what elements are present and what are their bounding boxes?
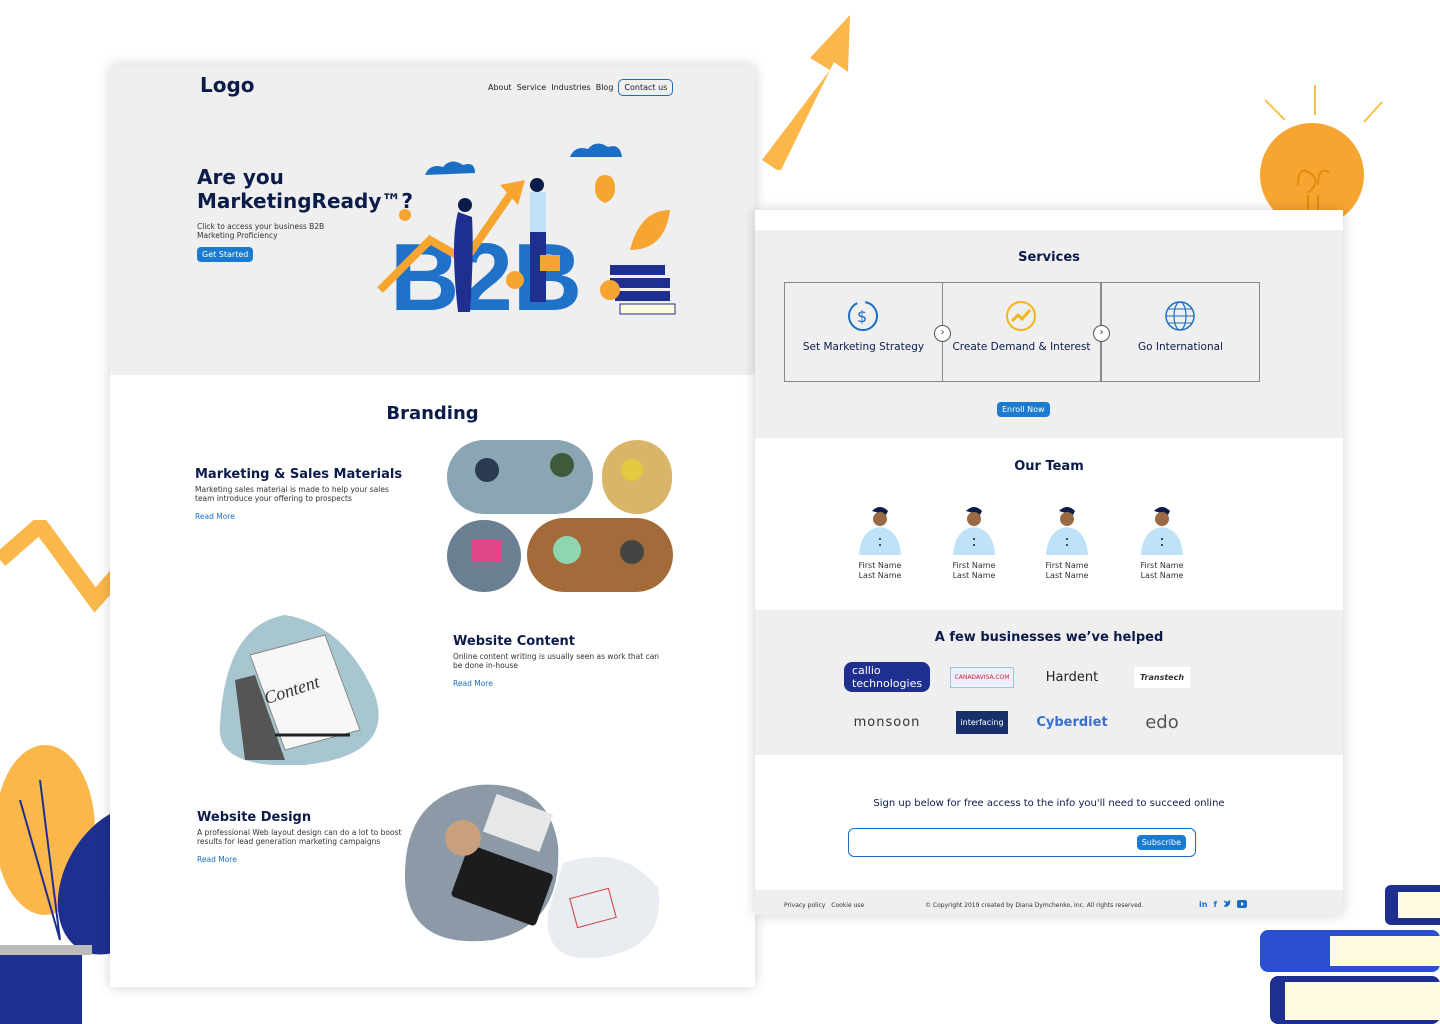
feature-text: A professional Web layout design can do … [197,828,402,846]
feature-title: Website Content [453,634,575,649]
landing-page-left: Logo About Service Industries Blog Conta… [110,65,755,987]
chevron-right-icon: › [934,325,951,342]
feature-marketing-materials: Marketing & Sales Materials Marketing sa… [195,467,410,521]
signup-text: Sign up below for free access to the inf… [873,798,1225,809]
privacy-policy-link[interactable]: Privacy policy [784,902,825,909]
feature-title: Marketing & Sales Materials [195,467,403,482]
facebook-icon[interactable]: f [1213,900,1216,910]
social-links: in f [1199,900,1247,910]
member-first-name: First Name [858,561,902,570]
read-more-link[interactable]: Read More [197,855,412,864]
web-designer-photo [403,783,663,958]
twitter-icon[interactable] [1223,900,1231,910]
nav-industries[interactable]: Industries [551,83,590,92]
hero-section: Logo About Service Industries Blog Conta… [110,65,755,375]
contact-us-button[interactable]: Contact us [618,79,674,96]
service-demand-interest[interactable]: Create Demand & Interest [942,282,1101,382]
feature-website-content: Website Content Online content writing i… [453,634,668,688]
team-member: First Name Last Name [1122,505,1202,581]
read-more-link[interactable]: Read More [195,512,410,521]
b2b-text: B2B [390,224,582,325]
team-member: First Name Last Name [840,505,920,581]
nav-service[interactable]: Service [517,83,547,92]
nav-blog[interactable]: Blog [596,83,614,92]
service-go-international[interactable]: Go International [1101,282,1260,382]
content-notebook-photo: Content [215,610,380,765]
service-label: Create Demand & Interest [952,341,1091,353]
member-last-name: Last Name [952,571,996,580]
growth-chart-icon [1006,301,1036,331]
member-first-name: First Name [1045,561,1089,570]
member-first-name: First Name [952,561,996,570]
avatar [1046,507,1088,555]
growth-arrow-decoration [762,15,850,170]
nav-about[interactable]: About [488,83,512,92]
subscribe-button[interactable]: Subscribe [1136,835,1186,850]
enroll-now-button[interactable]: Enroll Now [997,402,1050,417]
feature-website-design: Website Design A professional Web layout… [197,810,412,864]
main-nav: About Service Industries Blog Contact us [488,79,674,96]
b2b-illustration: B2B [377,143,676,325]
service-label: Set Marketing Strategy [802,341,925,353]
client-logo-interfacing: interfacing [942,707,1022,737]
email-signup-input[interactable]: Subscribe [848,828,1196,857]
member-last-name: Last Name [1140,571,1184,580]
footer: Privacy policy Cookie use © Copyright 20… [755,890,1343,915]
avatar [859,507,901,555]
branding-title: Branding [386,403,479,424]
client-logo-edo: edo [1145,711,1179,733]
dollar-cycle-icon: $ [848,301,878,331]
team-title: Our Team [1014,459,1084,474]
avatar [953,507,995,555]
member-first-name: First Name [1140,561,1184,570]
client-logo-callio: callio technologies [843,662,931,692]
member-last-name: Last Name [1045,571,1089,580]
client-logo-monsoon: monsoon [853,714,921,730]
client-logo-cyberdiet: Cyberdiet [1036,714,1108,730]
services-title: Services [1018,250,1080,265]
member-last-name: Last Name [858,571,902,580]
team-meeting-photo-collage [447,440,677,595]
youtube-icon[interactable] [1236,900,1247,910]
service-label: Go International [1138,341,1223,353]
feature-text: Online content writing is usually seen a… [453,652,660,670]
read-more-link[interactable]: Read More [453,679,668,688]
footer-links: Privacy policy Cookie use [784,902,864,909]
hero-subtitle: Click to access your business B2B Market… [197,222,325,240]
site-logo[interactable]: Logo [200,73,255,97]
feature-title: Website Design [197,810,312,825]
get-started-button[interactable]: Get Started [197,247,254,262]
clients-title: A few businesses we’ve helped [934,630,1164,645]
client-logo-canadavisa: CANADAVISA.COM [942,662,1022,692]
linkedin-icon[interactable]: in [1199,900,1207,910]
team-member: First Name Last Name [934,505,1014,581]
chevron-right-icon: › [1093,325,1110,342]
cookie-use-link[interactable]: Cookie use [831,902,864,909]
copyright-text: © Copyright 2019 created by Diana Dymche… [925,902,1144,909]
service-marketing-strategy[interactable]: $ Set Marketing Strategy [784,282,943,382]
svg-text:$: $ [857,307,867,326]
feature-text: Marketing sales material is made to help… [195,485,389,503]
client-logo-transtech: Transtech [1122,662,1202,692]
team-member: First Name Last Name [1027,505,1107,581]
client-logo-hardent: Hardent [1045,669,1099,685]
globe-icon [1165,301,1195,331]
landing-page-right: Services $ Set Marketing Strategy Create… [755,210,1343,915]
avatar [1141,507,1183,555]
